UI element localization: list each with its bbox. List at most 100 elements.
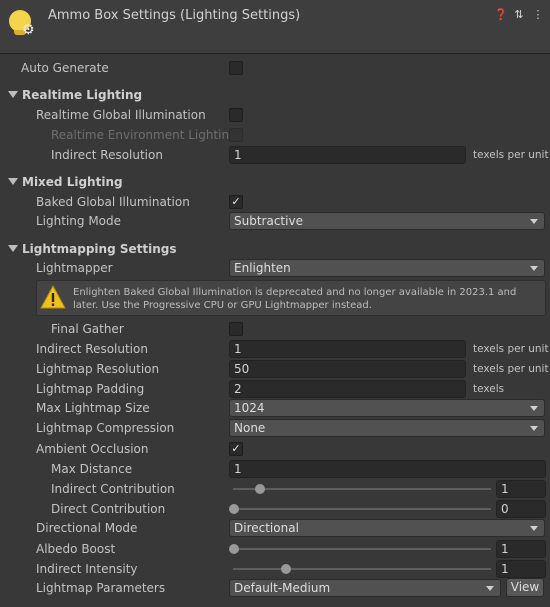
indirect-intensity-slider-track[interactable] bbox=[233, 568, 491, 570]
max-distance-field[interactable]: 1 bbox=[229, 460, 546, 478]
direct-contribution-field[interactable]: 0 bbox=[496, 500, 546, 518]
direct-contribution-slider-thumb[interactable] bbox=[229, 504, 239, 514]
section-title: Mixed Lighting bbox=[22, 175, 123, 189]
albedo-boost-row: Albedo Boost 1 bbox=[0, 539, 550, 559]
presets-icon[interactable]: ⇅ bbox=[513, 8, 525, 21]
deprecation-warning-box: Enlighten Baked Global Illumination is d… bbox=[36, 280, 546, 316]
dropdown-value: Subtractive bbox=[234, 214, 303, 228]
foldout-arrow-icon bbox=[8, 91, 18, 98]
indirect-contribution-label: Indirect Contribution bbox=[51, 482, 175, 496]
lightmap-resolution-field[interactable]: 50 bbox=[229, 360, 466, 378]
max-distance-row: Max Distance 1 bbox=[0, 459, 550, 479]
realtime-env-lighting-label: Realtime Environment Lighting bbox=[51, 128, 237, 142]
realtime-indirect-resolution-row: Indirect Resolution 1 texels per unit bbox=[0, 145, 550, 165]
baked-gi-label: Baked Global Illumination bbox=[36, 195, 190, 209]
chevron-down-icon bbox=[530, 266, 538, 271]
albedo-boost-label: Albedo Boost bbox=[36, 542, 116, 556]
section-title: Lightmapping Settings bbox=[22, 242, 177, 256]
lightmap-parameters-dropdown[interactable]: Default-Medium bbox=[229, 579, 501, 597]
lighting-mode-row: Lighting Mode Subtractive bbox=[0, 211, 550, 231]
lightmap-resolution-row: Lightmap Resolution 50 texels per unit bbox=[0, 359, 550, 379]
max-distance-label: Max Distance bbox=[51, 462, 133, 476]
dropdown-value: Default-Medium bbox=[234, 581, 331, 595]
mixed-lighting-foldout[interactable]: Mixed Lighting bbox=[0, 172, 550, 192]
indirect-contribution-slider-thumb[interactable] bbox=[254, 484, 265, 494]
unit-label: texels per unit bbox=[473, 343, 549, 355]
direct-contribution-row: Direct Contribution 0 bbox=[0, 499, 550, 519]
realtime-gi-checkbox[interactable] bbox=[229, 108, 243, 122]
kebab-menu-icon[interactable]: ⋮ bbox=[532, 8, 544, 21]
indirect-resolution-field[interactable]: 1 bbox=[229, 340, 466, 358]
ambient-occlusion-label: Ambient Occlusion bbox=[36, 442, 149, 456]
final-gather-row: Final Gather bbox=[0, 319, 550, 339]
chevron-down-icon bbox=[530, 426, 538, 431]
albedo-boost-slider-thumb[interactable] bbox=[229, 544, 239, 554]
lightmap-padding-label: Lightmap Padding bbox=[36, 382, 145, 396]
gear-icon: ⚙ bbox=[22, 22, 35, 38]
help-icon[interactable]: ❓ bbox=[494, 8, 508, 21]
lighting-mode-label: Lighting Mode bbox=[36, 214, 122, 228]
directional-mode-dropdown[interactable]: Directional bbox=[229, 519, 545, 537]
dropdown-value: Directional bbox=[234, 521, 299, 535]
indirect-contribution-field[interactable]: 1 bbox=[496, 480, 546, 498]
unit-label: texels per unit bbox=[473, 363, 549, 375]
indirect-resolution-label: Indirect Resolution bbox=[36, 342, 148, 356]
baked-gi-checkbox[interactable]: ✓ bbox=[229, 195, 243, 209]
realtime-env-lighting-checkbox bbox=[229, 128, 243, 142]
realtime-lighting-foldout[interactable]: Realtime Lighting bbox=[0, 85, 550, 105]
warning-text: Enlighten Baked Global Illumination is d… bbox=[73, 287, 517, 311]
chevron-down-icon bbox=[486, 586, 494, 591]
foldout-arrow-icon bbox=[8, 245, 18, 252]
ambient-occlusion-checkbox[interactable]: ✓ bbox=[229, 442, 243, 456]
max-lightmap-size-row: Max Lightmap Size 1024 bbox=[0, 398, 550, 418]
direct-contribution-label: Direct Contribution bbox=[51, 502, 166, 516]
auto-generate-checkbox[interactable] bbox=[229, 61, 243, 75]
albedo-boost-field[interactable]: 1 bbox=[496, 540, 546, 558]
chevron-down-icon bbox=[530, 219, 538, 224]
final-gather-checkbox[interactable] bbox=[229, 322, 243, 336]
final-gather-label: Final Gather bbox=[51, 322, 124, 336]
auto-generate-row: Auto Generate bbox=[0, 58, 550, 78]
view-button[interactable]: View bbox=[506, 578, 544, 597]
directional-mode-row: Directional Mode Directional bbox=[0, 518, 550, 538]
dropdown-value: 1024 bbox=[234, 401, 265, 415]
inspector-header: ⚙ Ammo Box Settings (Lighting Settings) … bbox=[0, 0, 550, 54]
foldout-arrow-icon bbox=[8, 178, 18, 185]
directional-mode-label: Directional Mode bbox=[36, 521, 138, 535]
lightmap-resolution-label: Lightmap Resolution bbox=[36, 362, 160, 376]
lightmapper-label: Lightmapper bbox=[36, 261, 113, 275]
inspector-title: Ammo Box Settings (Lighting Settings) bbox=[48, 8, 301, 23]
indirect-intensity-slider-thumb[interactable] bbox=[280, 564, 291, 574]
chevron-down-icon bbox=[530, 406, 538, 411]
lightmap-compression-dropdown[interactable]: None bbox=[229, 419, 545, 437]
ambient-occlusion-row: Ambient Occlusion ✓ bbox=[0, 439, 550, 459]
indirect-contribution-slider-track[interactable] bbox=[233, 488, 491, 490]
baked-gi-row: Baked Global Illumination ✓ bbox=[0, 192, 550, 212]
indirect-resolution-row: Indirect Resolution 1 texels per unit bbox=[0, 339, 550, 359]
albedo-boost-slider-track[interactable] bbox=[233, 548, 491, 550]
lightmapper-row: Lightmapper Enlighten bbox=[0, 258, 550, 278]
max-lightmap-size-dropdown[interactable]: 1024 bbox=[229, 399, 545, 417]
lightmap-compression-row: Lightmap Compression None bbox=[0, 418, 550, 438]
direct-contribution-slider-track[interactable] bbox=[233, 508, 491, 510]
lightmap-padding-field[interactable]: 2 bbox=[229, 380, 466, 398]
unit-label: texels bbox=[473, 383, 505, 395]
indirect-intensity-field[interactable]: 1 bbox=[496, 560, 546, 578]
indirect-intensity-label: Indirect Intensity bbox=[36, 562, 138, 576]
indirect-intensity-row: Indirect Intensity 1 bbox=[0, 559, 550, 579]
warning-icon bbox=[40, 284, 66, 309]
lightmapper-dropdown[interactable]: Enlighten bbox=[229, 259, 545, 277]
dropdown-value: Enlighten bbox=[234, 261, 291, 275]
lighting-mode-dropdown[interactable]: Subtractive bbox=[229, 212, 545, 230]
lightmap-parameters-label: Lightmap Parameters bbox=[36, 581, 166, 595]
realtime-env-lighting-row: Realtime Environment Lighting bbox=[0, 125, 550, 145]
lightmapping-settings-foldout[interactable]: Lightmapping Settings bbox=[0, 239, 550, 259]
unit-label: texels per unit bbox=[473, 149, 549, 161]
max-lightmap-size-label: Max Lightmap Size bbox=[36, 401, 150, 415]
lightmap-compression-label: Lightmap Compression bbox=[36, 421, 175, 435]
indirect-resolution-label: Indirect Resolution bbox=[51, 148, 163, 162]
realtime-indirect-resolution-field[interactable]: 1 bbox=[229, 146, 466, 164]
realtime-gi-label: Realtime Global Illumination bbox=[36, 108, 206, 122]
lightmap-parameters-row: Lightmap Parameters Default-Medium View bbox=[0, 578, 550, 598]
auto-generate-label: Auto Generate bbox=[21, 61, 109, 75]
